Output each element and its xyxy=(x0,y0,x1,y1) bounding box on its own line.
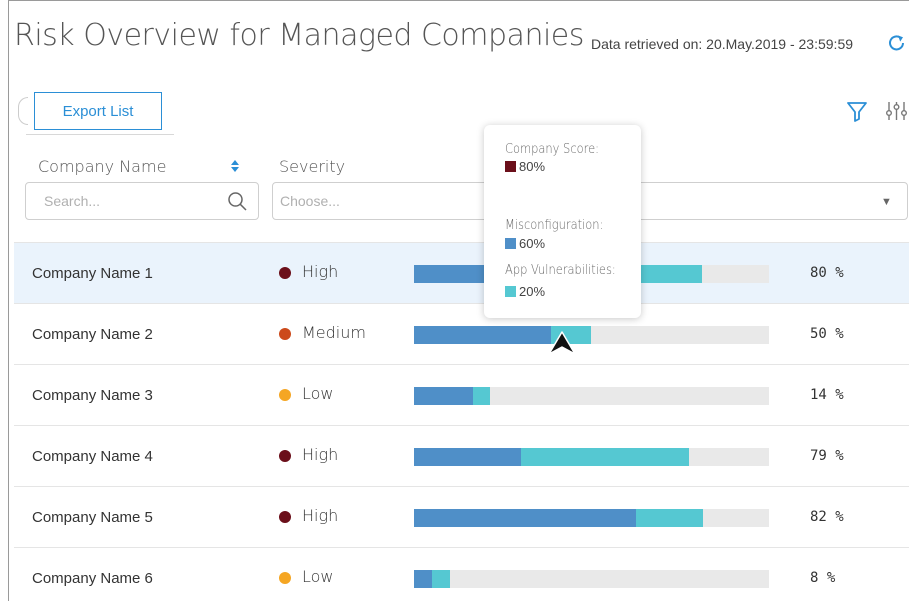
tooltip-company-score-value: 80% xyxy=(505,159,545,174)
severity-label: High xyxy=(302,445,339,464)
filter-icon[interactable] xyxy=(846,100,868,122)
score-bar[interactable] xyxy=(414,509,769,527)
score-bar[interactable] xyxy=(414,326,769,344)
app-vulnerabilities-bar-segment[interactable] xyxy=(431,570,450,588)
score-bar[interactable] xyxy=(414,387,769,405)
severity-select-placeholder: Choose... xyxy=(280,193,340,209)
company-name-cell: Company Name 1 xyxy=(32,265,153,282)
column-header-severity[interactable]: Severity xyxy=(279,157,345,176)
severity-label: High xyxy=(302,506,339,525)
company-name-cell: Company Name 6 xyxy=(32,570,153,587)
score-value: 82 % xyxy=(810,509,844,525)
tooltip-appvuln-value: 20% xyxy=(505,284,545,299)
app-vulnerabilities-bar-segment[interactable] xyxy=(472,387,491,405)
company-name-cell: Company Name 5 xyxy=(32,509,153,526)
tooltip-company-score-label: Company Score: xyxy=(505,142,599,157)
column-settings-icon[interactable] xyxy=(884,100,909,122)
legend-swatch-misconfiguration xyxy=(505,238,516,249)
export-list-button[interactable]: Export List xyxy=(34,92,162,130)
legend-swatch-company-score xyxy=(505,161,516,172)
severity-label: Low xyxy=(302,384,334,403)
score-value: 14 % xyxy=(810,387,844,403)
severity-dot-icon xyxy=(279,328,291,340)
severity-dot-icon xyxy=(279,389,291,401)
app-vulnerabilities-bar-segment[interactable] xyxy=(635,509,704,527)
column-header-company[interactable]: Company Name xyxy=(38,157,166,176)
misconfiguration-bar-segment[interactable] xyxy=(414,570,432,588)
severity-dot-icon xyxy=(279,450,291,462)
table-row[interactable]: Company Name 3 Low 14 % xyxy=(14,364,909,425)
severity-dot-icon xyxy=(279,572,291,584)
severity-label: Low xyxy=(302,567,334,586)
table-row[interactable]: Company Name 5 High 82 % xyxy=(14,486,909,547)
company-name-cell: Company Name 4 xyxy=(32,448,153,465)
severity-label: High xyxy=(302,262,339,281)
misconfiguration-bar-segment[interactable] xyxy=(414,326,551,344)
tooltip-misconfig-value: 60% xyxy=(505,236,545,251)
misconfiguration-bar-segment[interactable] xyxy=(414,387,473,405)
severity-label: Medium xyxy=(302,323,366,342)
tooltip-misconfig-label: Misconfiguration: xyxy=(505,218,604,233)
misconfiguration-bar-segment[interactable] xyxy=(414,509,636,527)
score-value: 79 % xyxy=(810,448,844,464)
company-search-input[interactable] xyxy=(25,182,259,220)
table-row[interactable]: Company Name 4 High 79 % xyxy=(14,425,909,486)
severity-dot-icon xyxy=(279,511,291,523)
score-value: 80 % xyxy=(810,265,844,281)
table-row[interactable]: Company Name 6 Low 8 % xyxy=(14,547,909,601)
score-bar[interactable] xyxy=(414,448,769,466)
legend-swatch-app-vulnerabilities xyxy=(505,286,516,297)
company-name-cell: Company Name 2 xyxy=(32,326,153,343)
score-value: 8 % xyxy=(810,570,836,586)
table-row[interactable]: Company Name 2 Medium 50 % xyxy=(14,303,909,364)
app-vulnerabilities-bar-segment[interactable] xyxy=(520,448,690,466)
divider xyxy=(26,134,174,135)
refresh-icon[interactable] xyxy=(887,33,907,53)
score-value: 50 % xyxy=(810,326,844,342)
table-row[interactable]: Company Name 1 High 80 % xyxy=(14,242,909,303)
chevron-down-icon: ▼ xyxy=(881,196,892,208)
score-bar[interactable] xyxy=(414,570,769,588)
sort-icon[interactable] xyxy=(230,158,240,174)
tooltip-appvuln-label: App Vulnerabilities: xyxy=(505,263,616,278)
data-retrieved-timestamp: Data retrieved on: 20.May.2019 - 23:59:5… xyxy=(591,36,854,52)
misconfiguration-bar-segment[interactable] xyxy=(414,448,521,466)
severity-dot-icon xyxy=(279,267,291,279)
search-icon xyxy=(228,192,247,211)
page-title: Risk Overview for Managed Companies xyxy=(14,18,584,53)
company-name-cell: Company Name 3 xyxy=(32,387,153,404)
score-tooltip: Company Score: 80% Misconfiguration: 60%… xyxy=(484,125,641,318)
mouse-cursor-icon xyxy=(548,331,576,355)
collapsed-toggle[interactable] xyxy=(18,97,28,125)
